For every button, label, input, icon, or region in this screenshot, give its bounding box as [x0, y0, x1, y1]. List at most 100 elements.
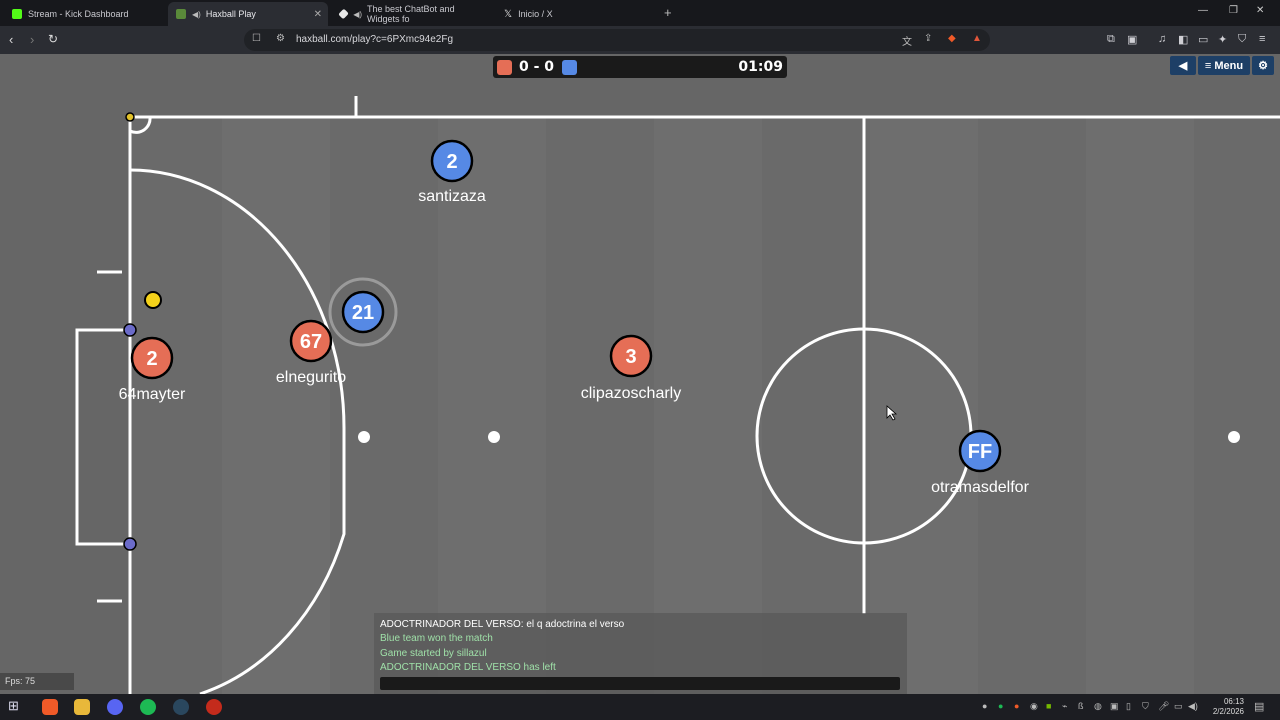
tray-spotify-icon[interactable]: ●	[998, 701, 1003, 711]
back-icon[interactable]: ‹	[9, 32, 13, 47]
corner-flag	[125, 112, 135, 122]
discord-icon[interactable]	[107, 699, 123, 715]
network-icon[interactable]: ▭	[1174, 701, 1183, 712]
kick-icon	[12, 9, 22, 19]
tray-steam-icon[interactable]: ◍	[1094, 701, 1102, 712]
address-bar[interactable]: ☐ ⚙ haxball.com/play?c=6PXmc94e2Fg 文 ⇪ ◆…	[244, 29, 990, 51]
new-tab-icon[interactable]: +	[664, 5, 672, 20]
system-clock[interactable]: 06:13 2/2/2026	[1213, 697, 1244, 717]
url-text: haxball.com/play?c=6PXmc94e2Fg	[296, 34, 454, 45]
settings-button[interactable]: ⚙	[1252, 56, 1274, 75]
wallet-icon[interactable]: ▭	[1198, 33, 1208, 46]
pitch[interactable]: 2 santizaza 21 67 elnegurito 2 64mayter …	[0, 54, 1280, 694]
player-number: 67	[300, 331, 322, 353]
tab-title: Inicio / X	[518, 9, 553, 19]
tab-kick[interactable]: Stream - Kick Dashboard	[4, 2, 166, 26]
game-controls: ◀ ≡ Menu ⚙	[1170, 56, 1274, 75]
tab-title: Stream - Kick Dashboard	[28, 9, 129, 19]
chat-message: Blue team won the match	[380, 633, 493, 644]
close-tab-icon[interactable]: ✕	[314, 9, 322, 20]
red-team-icon	[497, 60, 512, 75]
chat-message: Game started by sillazul	[380, 648, 487, 659]
ball	[144, 291, 162, 309]
gear-icon: ⚙	[1258, 60, 1268, 72]
translate-icon[interactable]: 文	[902, 33, 912, 48]
tray-app-icon[interactable]: ▣	[1110, 701, 1119, 712]
tray-bluetooth-icon[interactable]: ß	[1078, 701, 1084, 711]
tray-discord-icon[interactable]: ◉	[1030, 701, 1038, 712]
chat-message: ADOCTRINADOR DEL VERSO: el q adoctrina e…	[380, 619, 625, 630]
match-timer: 01:09	[738, 59, 783, 75]
speaker-icon: ◀)	[353, 9, 363, 19]
tab-chatbot[interactable]: ◀) The best ChatBot and Widgets fo	[332, 2, 494, 26]
screenshot-icon[interactable]: ▣	[1127, 33, 1137, 46]
speaker-icon: ◀	[1178, 60, 1188, 72]
browser-toolbar: ‹ › ↻ ☐ ⚙ haxball.com/play?c=6PXmc94e2Fg…	[0, 26, 1280, 54]
bookmark-icon[interactable]: ☐	[252, 33, 261, 44]
chat-input[interactable]	[380, 677, 900, 690]
notifications-icon[interactable]: ▤	[1254, 700, 1264, 713]
chat-message: ADOCTRINADOR DEL VERSO has left	[380, 662, 556, 673]
player-name: 64mayter	[119, 386, 186, 403]
media-icon[interactable]: ♫	[1158, 33, 1166, 45]
player-number: 3	[625, 346, 636, 368]
brave-icon[interactable]	[42, 699, 58, 715]
leo-ai-icon[interactable]: ✦	[1218, 33, 1227, 46]
tray-brave-icon[interactable]: ●	[1014, 701, 1019, 711]
tray-battery-icon[interactable]: ▯	[1126, 701, 1131, 712]
player-name: clipazoscharly	[581, 385, 681, 402]
steam-icon[interactable]	[173, 699, 189, 715]
tray-usb-icon[interactable]: ⌁	[1062, 701, 1067, 712]
tab-x[interactable]: 𝕏 Inicio / X	[496, 2, 658, 26]
spotify-icon[interactable]	[140, 699, 156, 715]
chat-box: ADOCTRINADOR DEL VERSO: el q adoctrina e…	[374, 613, 907, 694]
forward-icon[interactable]: ›	[30, 32, 34, 47]
windows-start-icon[interactable]: ⊞	[8, 698, 24, 714]
file-explorer-icon[interactable]	[74, 699, 90, 715]
close-window-icon[interactable]: ✕	[1256, 5, 1264, 16]
tab-haxball[interactable]: ◀) Haxball Play ✕	[168, 2, 328, 26]
vpn-icon[interactable]: ⛉	[1238, 33, 1246, 46]
extensions-icon[interactable]: ⧉	[1107, 33, 1115, 46]
minimize-icon[interactable]: —	[1198, 5, 1208, 16]
clock-time: 06:13	[1223, 697, 1244, 706]
goal-post	[123, 537, 137, 551]
reload-icon[interactable]: ↻	[48, 32, 58, 46]
fps-counter: Fps: 75	[0, 673, 74, 690]
sound-button[interactable]: ◀	[1170, 56, 1196, 75]
menu-label: Menu	[1214, 59, 1244, 72]
windows-taskbar: ⊞ ● ● ● ◉ ■ ⌁ ß ◍ ▣ ▯ ⛉ 🎤︎ ▭ ◀) 06:13 2/…	[0, 694, 1280, 720]
brave-rewards-icon[interactable]: ▲	[972, 33, 982, 44]
player-name: elnegurito	[276, 369, 346, 386]
x-logo-icon: 𝕏	[504, 9, 513, 20]
tray-security-icon[interactable]: ⛉	[1142, 701, 1149, 712]
player-number: 2	[146, 348, 157, 370]
obs-icon[interactable]	[206, 699, 222, 715]
clock-date: 2/2/2026	[1212, 707, 1244, 716]
player-number: 2	[446, 151, 457, 173]
brave-shield-icon[interactable]: ◆	[948, 33, 956, 44]
hamburger-icon: ≡	[1204, 59, 1212, 72]
volume-icon[interactable]: ◀)	[1188, 701, 1198, 712]
scoreboard: 0 - 0 01:09	[493, 56, 787, 78]
blue-team-icon	[562, 60, 577, 75]
sidebar-icon[interactable]: ◧	[1178, 33, 1188, 46]
restore-icon[interactable]: ❐	[1229, 5, 1238, 16]
haxball-game[interactable]: 2 santizaza 21 67 elnegurito 2 64mayter …	[0, 54, 1280, 694]
player-name: santizaza	[418, 188, 486, 205]
diamond-icon	[338, 8, 349, 20]
marker-dot	[488, 431, 500, 443]
player-number: 21	[352, 302, 374, 324]
tray-nvidia-icon[interactable]: ■	[1046, 701, 1051, 711]
tab-strip: Stream - Kick Dashboard ◀) Haxball Play …	[0, 0, 1280, 26]
menu-button[interactable]: ≡ Menu	[1198, 56, 1250, 75]
tray-app-icon[interactable]: ●	[982, 701, 987, 711]
marker-dot	[1228, 431, 1240, 443]
site-info-icon[interactable]: ⚙	[276, 33, 285, 44]
tab-title: The best ChatBot and Widgets fo	[367, 4, 455, 24]
browser-menu-icon[interactable]: ≡	[1259, 33, 1265, 45]
player-number: FF	[968, 441, 992, 463]
microphone-icon[interactable]: 🎤︎	[1158, 701, 1169, 712]
speaker-icon: ◀)	[192, 9, 201, 19]
share-icon[interactable]: ⇪	[924, 33, 932, 44]
